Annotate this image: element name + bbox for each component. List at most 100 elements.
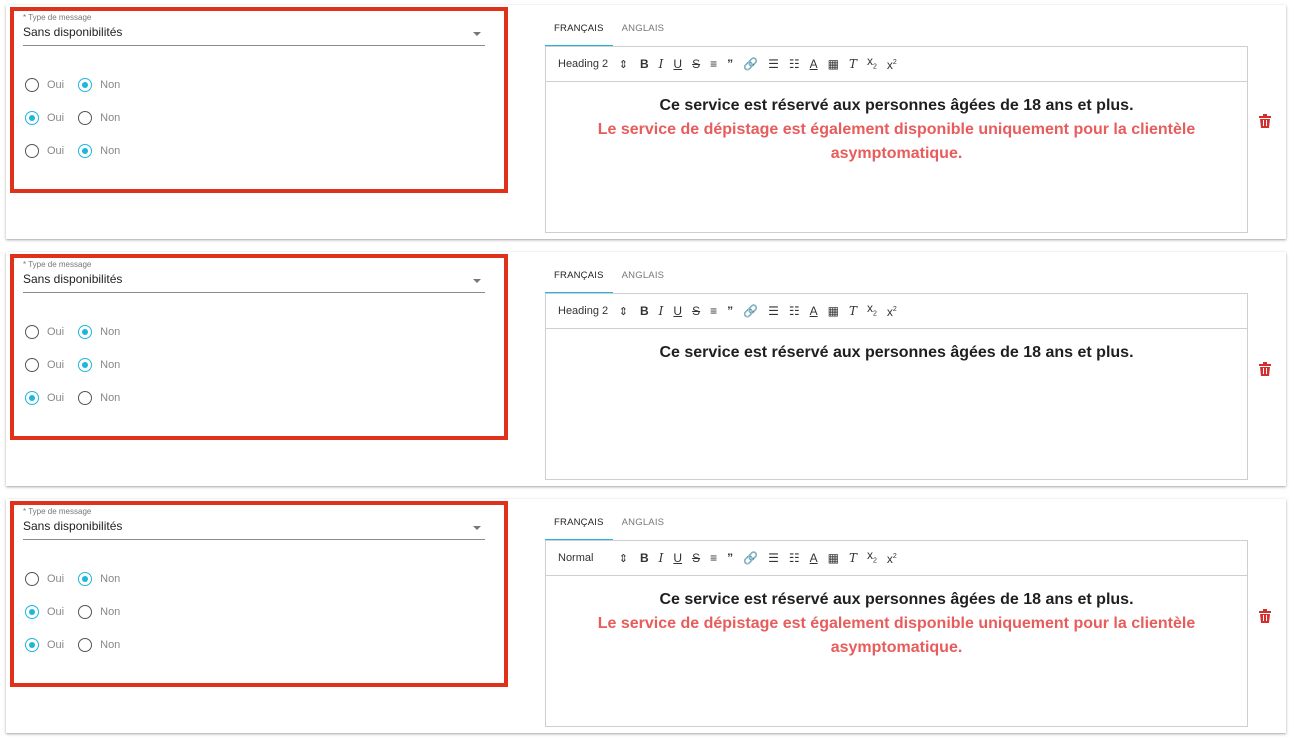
underline-icon[interactable]: U [673, 57, 682, 71]
strikethrough-icon[interactable]: S [692, 57, 700, 71]
text-color-icon[interactable]: A [810, 57, 818, 71]
message-type-select[interactable]: * Type de message Sans disponibilités [23, 260, 485, 293]
radio-circle-icon[interactable] [78, 358, 93, 372]
clear-format-icon[interactable]: T [849, 304, 857, 318]
radio-yes[interactable]: Oui [25, 358, 64, 372]
tab-francais[interactable]: FRANÇAIS [545, 17, 613, 47]
message-type-select[interactable]: * Type de message Sans disponibilités [23, 507, 485, 540]
radio-circle-icon[interactable] [25, 358, 39, 372]
strikethrough-icon[interactable]: S [692, 304, 700, 318]
quote-icon[interactable]: ” [727, 304, 733, 318]
radio-circle-icon[interactable] [78, 638, 93, 652]
tab-francais[interactable]: FRANÇAIS [545, 511, 613, 541]
editor-content[interactable]: Ce service est réservé aux personnes âgé… [546, 82, 1247, 178]
link-icon[interactable]: 🔗 [743, 551, 758, 565]
format-select[interactable]: Heading 2 ⇕ [558, 58, 634, 71]
bullet-list-icon[interactable]: ☷ [789, 551, 800, 565]
underline-icon[interactable]: U [673, 304, 682, 318]
radio-yes[interactable]: Oui [25, 638, 64, 652]
message-type-select[interactable]: * Type de message Sans disponibilités [23, 13, 485, 46]
chevron-down-icon[interactable] [473, 526, 481, 530]
radio-yes[interactable]: Oui [25, 605, 64, 619]
radio-yes[interactable]: Oui [25, 325, 64, 339]
ordered-list-icon[interactable]: ☰ [768, 304, 779, 318]
trash-icon[interactable] [1259, 609, 1271, 623]
radio-no[interactable]: Non [78, 111, 120, 125]
ordered-list-icon[interactable]: ☰ [768, 57, 779, 71]
radio-no[interactable]: Non [78, 78, 120, 92]
link-icon[interactable]: 🔗 [743, 304, 758, 318]
radio-circle-icon[interactable] [78, 78, 93, 92]
italic-icon[interactable]: I [659, 551, 664, 565]
tab-anglais[interactable]: ANGLAIS [613, 17, 674, 47]
radio-circle-icon[interactable] [25, 144, 39, 158]
radio-circle-icon[interactable] [78, 144, 93, 158]
bullet-list-icon[interactable]: ☷ [789, 57, 800, 71]
radio-circle-icon[interactable] [25, 391, 39, 405]
superscript-icon[interactable]: x2 [887, 550, 897, 566]
bold-icon[interactable]: B [640, 57, 649, 71]
radio-circle-icon[interactable] [25, 111, 39, 125]
background-color-icon[interactable]: ▦ [828, 304, 839, 318]
align-icon[interactable]: ≡ [710, 551, 717, 565]
subscript-icon[interactable]: x2 [867, 301, 877, 321]
radio-no[interactable]: Non [78, 325, 120, 339]
radio-circle-icon[interactable] [25, 638, 39, 652]
background-color-icon[interactable]: ▦ [828, 551, 839, 565]
subscript-icon[interactable]: x2 [867, 54, 877, 74]
quote-icon[interactable]: ” [727, 551, 733, 565]
strikethrough-icon[interactable]: S [692, 551, 700, 565]
text-color-icon[interactable]: A [810, 304, 818, 318]
ordered-list-icon[interactable]: ☰ [768, 551, 779, 565]
chevron-down-icon[interactable] [473, 32, 481, 36]
link-icon[interactable]: 🔗 [743, 57, 758, 71]
text-color-icon[interactable]: A [810, 551, 818, 565]
radio-circle-icon[interactable] [78, 325, 93, 339]
radio-circle-icon[interactable] [25, 572, 39, 586]
background-color-icon[interactable]: ▦ [828, 57, 839, 71]
radio-circle-icon[interactable] [25, 325, 39, 339]
underline-icon[interactable]: U [673, 551, 682, 565]
radio-yes[interactable]: Oui [25, 78, 64, 92]
radio-no[interactable]: Non [78, 358, 120, 372]
quote-icon[interactable]: ” [727, 57, 733, 71]
radio-no[interactable]: Non [78, 638, 120, 652]
align-icon[interactable]: ≡ [710, 57, 717, 71]
clear-format-icon[interactable]: T [849, 551, 857, 565]
italic-icon[interactable]: I [659, 304, 664, 318]
radio-circle-icon[interactable] [78, 605, 93, 619]
bullet-list-icon[interactable]: ☷ [789, 304, 800, 318]
tab-anglais[interactable]: ANGLAIS [613, 511, 674, 541]
superscript-icon[interactable]: x2 [887, 303, 897, 319]
editor-content[interactable]: Ce service est réservé aux personnes âgé… [546, 329, 1247, 377]
format-select[interactable]: Normal ⇕ [558, 552, 634, 565]
italic-icon[interactable]: I [659, 57, 664, 71]
format-value: Normal [558, 551, 594, 564]
subscript-icon[interactable]: x2 [867, 548, 877, 568]
radio-yes[interactable]: Oui [25, 391, 64, 405]
format-select[interactable]: Heading 2 ⇕ [558, 305, 634, 318]
radio-yes[interactable]: Oui [25, 111, 64, 125]
bold-icon[interactable]: B [640, 551, 649, 565]
radio-yes[interactable]: Oui [25, 572, 64, 586]
radio-no[interactable]: Non [78, 605, 120, 619]
radio-circle-icon[interactable] [25, 605, 39, 619]
align-icon[interactable]: ≡ [710, 304, 717, 318]
bold-icon[interactable]: B [640, 304, 649, 318]
radio-circle-icon[interactable] [25, 78, 39, 92]
radio-no[interactable]: Non [78, 144, 120, 158]
trash-icon[interactable] [1259, 114, 1271, 128]
editor-content[interactable]: Ce service est réservé aux personnes âgé… [546, 576, 1247, 672]
tab-anglais[interactable]: ANGLAIS [613, 264, 674, 294]
chevron-down-icon[interactable] [473, 279, 481, 283]
superscript-icon[interactable]: x2 [887, 56, 897, 72]
radio-circle-icon[interactable] [78, 391, 93, 405]
radio-circle-icon[interactable] [78, 111, 93, 125]
radio-yes[interactable]: Oui [25, 144, 64, 158]
trash-icon[interactable] [1259, 362, 1271, 376]
tab-francais[interactable]: FRANÇAIS [545, 264, 613, 294]
radio-no[interactable]: Non [78, 572, 120, 586]
radio-no[interactable]: Non [78, 391, 120, 405]
clear-format-icon[interactable]: T [849, 57, 857, 71]
radio-circle-icon[interactable] [78, 572, 93, 586]
